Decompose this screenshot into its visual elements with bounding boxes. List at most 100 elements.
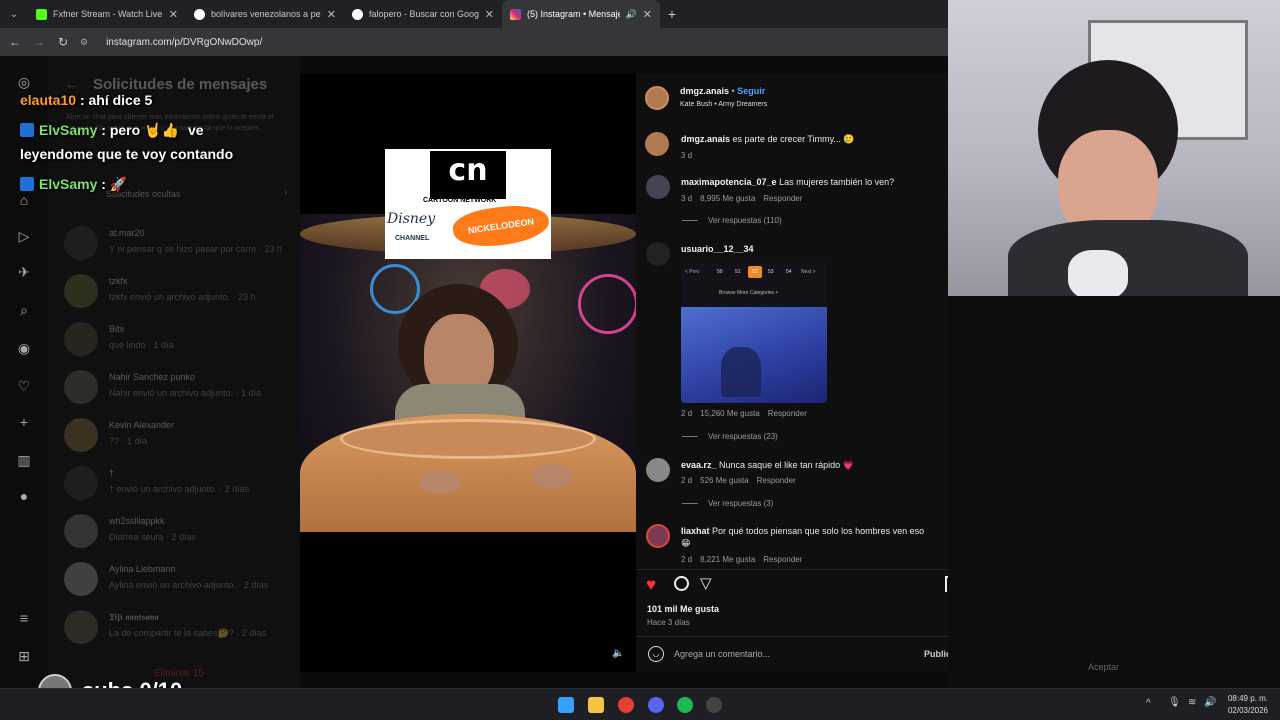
disney-logo: Disney (387, 211, 436, 227)
close-icon[interactable]: ✕ (327, 8, 336, 21)
like-icon[interactable]: ♥ (646, 575, 656, 595)
tab-label: (5) Instagram • Mensajes (527, 9, 620, 19)
likes-total[interactable]: 101 mil Me gusta (647, 604, 719, 614)
follow-button[interactable]: Seguir (737, 86, 765, 96)
avatar (64, 322, 98, 356)
avatar (64, 466, 98, 500)
list-item[interactable]: at.mar20 Y ni pensar q se hizo pasar por … (62, 222, 292, 266)
caption-time: 3 d (681, 151, 693, 160)
reply-button[interactable]: Responder (757, 476, 796, 485)
view-replies-button[interactable]: Ver respuestas (110) (682, 216, 782, 225)
profile-icon[interactable]: ● (14, 486, 34, 506)
site-info-icon[interactable]: ⚙ (80, 37, 88, 48)
likes-count[interactable]: 526 Me gusta (700, 476, 748, 485)
webcam-overlay (948, 0, 1280, 296)
list-item[interactable]: 𝕿𝖎𝖏𝖎 𝖆𝖓𝖓𝖙𝖘𝖆𝖓𝖆 La de compartir te la sabes… (62, 606, 292, 650)
explore-icon[interactable]: ◉ (14, 338, 34, 358)
comment-input[interactable]: Agrega un comentario... (674, 649, 770, 659)
view-replies-button[interactable]: Ver respuestas (3) (682, 499, 773, 508)
view-replies-button[interactable]: Ver respuestas (23) (682, 432, 778, 441)
apps-icon[interactable]: ⊞ (14, 646, 34, 666)
clock-date[interactable]: 02/03/2026 (1226, 706, 1268, 715)
mute-icon[interactable]: 🔈 (612, 648, 624, 659)
file-explorer-icon[interactable] (588, 697, 604, 713)
close-icon[interactable]: ✕ (643, 8, 652, 21)
avatar[interactable] (645, 86, 669, 110)
search-icon[interactable]: ⌕ (14, 300, 34, 320)
list-item[interactable]: † † envió un archivo adjunto. · 2 días (62, 462, 292, 506)
discord-icon[interactable] (648, 697, 664, 713)
reply-button[interactable]: Responder (763, 194, 802, 203)
volume-icon[interactable]: 🔊 (1204, 697, 1216, 708)
clock-time[interactable]: 08:49 p. m. (1226, 694, 1268, 703)
avatar (64, 274, 98, 308)
create-icon[interactable]: + (14, 412, 34, 432)
app-icon[interactable] (706, 697, 722, 713)
tab-google-bolivares[interactable]: bolívares venezolanos a pesos ✕ (186, 0, 344, 28)
new-tab-button[interactable]: + (660, 6, 684, 22)
likes-count[interactable]: 15,260 Me gusta (700, 409, 760, 418)
reload-icon[interactable]: ↻ (56, 35, 70, 49)
browser-tab-bar: ⌄ Fxfner Stream - Watch Live on K ✕ bolí… (0, 0, 948, 28)
speaker-icon[interactable]: 🔊 (626, 9, 637, 20)
chat-message: leyendome que te voy contando (20, 146, 234, 162)
tab-kick[interactable]: Fxfner Stream - Watch Live on K ✕ (28, 0, 186, 28)
share-icon[interactable]: ▽ (700, 574, 712, 592)
streamer-hoodie (1008, 220, 1248, 296)
child-hand (420, 470, 460, 494)
avatar (64, 562, 98, 596)
spotify-icon[interactable] (677, 697, 693, 713)
list-item[interactable]: Nahir Sanchez punko Nahir envió un archiv… (62, 366, 292, 410)
tray-chevron-icon[interactable]: ^ (1146, 698, 1151, 709)
author-name[interactable]: dmgz.anais (680, 86, 729, 96)
comment-icon[interactable] (674, 576, 689, 591)
forward-icon[interactable]: → (32, 35, 46, 49)
avatar[interactable] (645, 132, 669, 156)
home-icon[interactable]: ⌂ (14, 190, 34, 210)
list-item[interactable]: Aylina Liebmann Aylina envió un archivo a… (62, 558, 292, 602)
comment-image[interactable]: < Prev 50 51 52 53 54 Next > Browse More… (681, 263, 827, 403)
comment-text: maximapotencia_07_e Las mujeres también … (681, 177, 895, 187)
requests-title: Solicitudes de mensajes (93, 76, 268, 93)
close-icon[interactable]: ✕ (169, 8, 178, 21)
emoji-icon[interactable]: ◡ (648, 646, 664, 662)
tab-instagram[interactable]: (5) Instagram • Mensajes 🔊 ✕ (502, 0, 660, 28)
list-item[interactable]: tzkfx tzkfx envió un archivo adjunto. · 2… (62, 270, 292, 314)
messages-icon[interactable]: ✈ (14, 262, 34, 282)
avatar[interactable] (646, 524, 670, 548)
chat-message: elauta10 : ahí dice 5 (20, 92, 153, 108)
post-header: dmgz.anais • Seguir (680, 86, 766, 96)
reels-icon[interactable]: ▷ (14, 226, 34, 246)
reply-button[interactable]: Responder (768, 409, 807, 418)
avatar (64, 226, 98, 260)
background-area: Aceptar (948, 296, 1280, 688)
instagram-logo-icon[interactable]: ◎ (14, 72, 34, 92)
avatar (64, 610, 98, 644)
accept-button[interactable]: Aceptar (1088, 662, 1119, 672)
list-item[interactable]: Kevin Alexander?? · 1 día (62, 414, 292, 458)
comments-panel: dmgz.anais • Seguir Kate Bush • Army Dre… (636, 74, 970, 672)
likes-count[interactable]: 8,221 Me gusta (700, 555, 755, 564)
back-icon[interactable]: ← (8, 35, 22, 49)
song-label[interactable]: Kate Bush • Army Dreamers (680, 101, 767, 108)
start-icon[interactable] (558, 697, 574, 713)
wifi-icon[interactable]: ≋ (1188, 697, 1196, 708)
dashboard-icon[interactable]: ▥ (14, 450, 34, 470)
mic-icon[interactable]: 🎙 (1168, 697, 1181, 708)
instagram-icon (510, 8, 521, 20)
avatar[interactable] (646, 242, 670, 266)
tab-google-falopero[interactable]: falopero - Buscar con Google ✕ (344, 0, 502, 28)
avatar[interactable] (646, 458, 670, 482)
notifications-icon[interactable]: ♡ (14, 376, 34, 396)
avatar[interactable] (646, 175, 670, 199)
menu-icon[interactable]: ≡ (14, 608, 34, 628)
url-field[interactable]: instagram.com/p/DVRgONwDOwp/ (106, 37, 262, 48)
chrome-icon[interactable] (618, 697, 634, 713)
reply-button[interactable]: Responder (763, 555, 802, 564)
likes-count[interactable]: 8,995 Me gusta (700, 194, 755, 203)
comment-text: liaxhat Por qué todos piensan que solo l… (681, 526, 925, 548)
close-icon[interactable]: ✕ (485, 8, 494, 21)
tab-list-icon[interactable]: ⌄ (0, 9, 28, 20)
list-item[interactable]: Bibi qué lindo · 1 día (62, 318, 292, 362)
list-item[interactable]: wh2sslliappkk Diarrea seura · 2 días (62, 510, 292, 554)
